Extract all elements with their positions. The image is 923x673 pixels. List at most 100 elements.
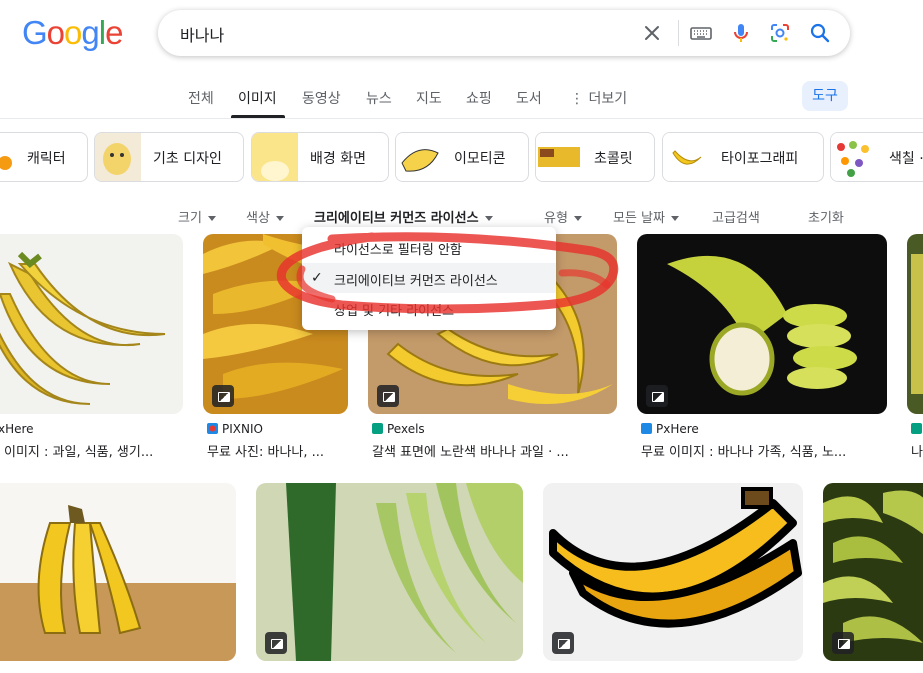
divider (678, 20, 679, 46)
result-source[interactable] (911, 422, 923, 436)
search-input[interactable]: 바나나 (180, 22, 224, 46)
tab-more-label: 더보기 (588, 91, 628, 107)
result-caption[interactable]: 무료 사진: 바나나, ... (207, 441, 324, 460)
filter-date[interactable]: 모든 날짜 (613, 207, 679, 226)
tab-videos[interactable]: 동영상 (302, 88, 341, 108)
chip-thumb (536, 133, 582, 181)
result-image-4[interactable] (637, 234, 887, 414)
chip-thumb (252, 133, 298, 181)
caret-down-icon (484, 216, 493, 221)
filter-color[interactable]: 색상 (246, 207, 284, 226)
logo-letter: o (46, 14, 65, 51)
result-caption[interactable]: 갈색 표면에 노란색 바나나 과일 · ... (372, 441, 569, 460)
chip-character[interactable]: 캐릭터 (0, 132, 88, 182)
lens-icon[interactable] (768, 21, 792, 45)
chip-label: 기초 디자인 (153, 151, 222, 167)
result-caption[interactable]: 나 (911, 441, 923, 460)
chip-label: 타이포그래피 (721, 151, 799, 167)
tab-shopping[interactable]: 쇼핑 (466, 88, 492, 108)
chip-label: 캐릭터 (27, 151, 66, 167)
banana-clipart (543, 483, 803, 661)
filter-type[interactable]: 유형 (544, 207, 582, 226)
green-banana-photo (256, 483, 523, 661)
filter-license[interactable]: 크리에이티브 커먼즈 라이선스 (314, 207, 493, 226)
red-annotation-marker (276, 232, 619, 314)
banana-bunch-photo (907, 234, 923, 414)
result-source-label: PxHere (656, 422, 699, 436)
filter-size[interactable]: 크기 (178, 207, 216, 226)
chip-label: 배경 화면 (310, 151, 366, 167)
mic-icon[interactable] (729, 21, 753, 45)
chip-label: 색칠 · (889, 151, 923, 167)
google-logo[interactable]: Google (22, 14, 123, 52)
chip-thumb (95, 133, 141, 181)
filter-size-label: 크기 (178, 211, 202, 226)
sliced-banana-photo (637, 234, 887, 414)
close-icon[interactable] (640, 21, 664, 45)
result-image-7[interactable] (256, 483, 523, 661)
search-bar[interactable]: 바나나 (158, 10, 850, 56)
result-image-9[interactable] (823, 483, 923, 661)
result-source[interactable]: PIXNIO (207, 422, 263, 436)
more-vert-icon: ⋮ (570, 91, 584, 107)
image-type-icon (646, 385, 668, 407)
banana-photo (0, 234, 183, 414)
logo-letter: G (22, 14, 48, 51)
search-icon[interactable] (808, 21, 832, 45)
result-source[interactable]: xHere (0, 422, 34, 436)
tab-all[interactable]: 전체 (188, 88, 214, 108)
tab-maps[interactable]: 지도 (416, 88, 442, 108)
result-source-label: Pexels (387, 422, 425, 436)
pixnio-favicon (207, 423, 218, 434)
chip-emoticon[interactable]: 이모티콘 (395, 132, 529, 182)
result-image-8[interactable] (543, 483, 803, 661)
chip-wallpaper[interactable]: 배경 화면 (251, 132, 389, 182)
chip-thumb (663, 133, 709, 181)
pxhere-favicon (641, 423, 652, 434)
chip-label: 초콜릿 (594, 151, 633, 167)
filter-date-label: 모든 날짜 (613, 211, 665, 226)
tab-images[interactable]: 이미지 (238, 88, 277, 108)
logo-letter: o (64, 14, 82, 51)
image-type-icon (552, 632, 574, 654)
advanced-search-link[interactable]: 고급검색 (712, 207, 760, 226)
tab-news[interactable]: 뉴스 (366, 88, 392, 108)
filter-type-label: 유형 (544, 211, 568, 226)
result-caption[interactable]: 무료 이미지 : 바나나 가족, 식품, 노... (641, 441, 846, 460)
caret-down-icon (207, 216, 216, 221)
tab-more[interactable]: ⋮ 더보기 (570, 88, 627, 108)
chip-label: 이모티콘 (454, 151, 506, 167)
image-type-icon (832, 632, 854, 654)
result-caption[interactable]: 이미지 : 과일, 식품, 생기... (4, 441, 153, 460)
caret-down-icon (275, 216, 284, 221)
result-image-6[interactable] (0, 483, 236, 661)
chip-basic-design[interactable]: 기초 디자인 (94, 132, 244, 182)
image-type-icon (212, 385, 234, 407)
result-image-5[interactable] (907, 234, 923, 414)
result-source[interactable]: Pexels (372, 422, 425, 436)
source-favicon (911, 423, 922, 434)
image-type-icon (265, 632, 287, 654)
reset-filters-link[interactable]: 초기화 (808, 207, 844, 226)
chip-coloring[interactable]: 색칠 · (830, 132, 923, 182)
filter-color-label: 색상 (246, 211, 270, 226)
pexels-favicon (372, 423, 383, 434)
result-source[interactable]: PxHere (641, 422, 699, 436)
filter-license-label: 크리에이티브 커먼즈 라이선스 (314, 211, 479, 226)
keyboard-icon[interactable] (689, 21, 713, 45)
logo-letter: e (105, 14, 123, 51)
result-source-label: PIXNIO (222, 422, 263, 436)
chip-thumb (831, 133, 877, 181)
tabs-divider (0, 118, 923, 119)
chip-thumb (0, 133, 13, 181)
result-image-1[interactable] (0, 234, 183, 414)
chip-thumb (396, 133, 442, 181)
tab-books[interactable]: 도서 (516, 88, 542, 108)
banana-on-wood-photo (0, 483, 236, 661)
chip-chocolate[interactable]: 초콜릿 (535, 132, 655, 182)
chip-typography[interactable]: 타이포그래피 (662, 132, 824, 182)
logo-letter: g (81, 14, 99, 51)
tools-button[interactable]: 도구 (802, 81, 848, 111)
caret-down-icon (573, 216, 582, 221)
caret-down-icon (670, 216, 679, 221)
